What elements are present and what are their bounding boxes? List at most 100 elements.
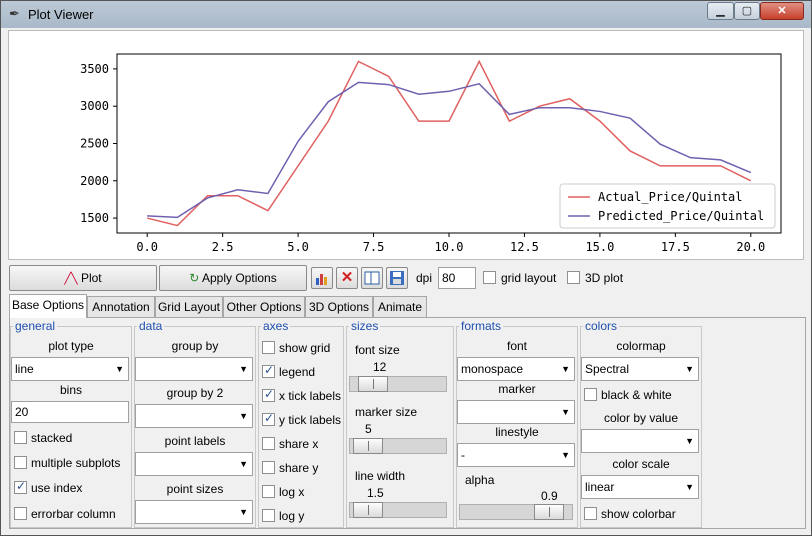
- share-y-checkbox[interactable]: [262, 461, 275, 474]
- tab-annotation[interactable]: Annotation: [87, 296, 155, 318]
- x-tick-labels-label: x tick labels: [279, 389, 342, 403]
- chevron-down-icon: ▼: [561, 450, 570, 460]
- legend-label: Actual_Price/Quintal: [598, 190, 743, 204]
- x-tick-label: 17.5: [661, 240, 690, 254]
- color-scale-label: color scale: [612, 457, 670, 471]
- alpha-label: alpha: [465, 473, 495, 487]
- marker-label: marker: [498, 382, 536, 396]
- data-group: data group by ▼ group by 2 ▼ point label…: [134, 319, 256, 528]
- clear-icon[interactable]: ✕: [336, 267, 358, 289]
- y-tick-label: 3500: [80, 62, 109, 76]
- legend-checkbox[interactable]: [262, 363, 275, 378]
- maximize-button[interactable]: ▢: [734, 2, 760, 20]
- slider-thumb[interactable]: [358, 376, 388, 392]
- layout-icon[interactable]: [361, 267, 383, 289]
- alpha-slider[interactable]: [459, 504, 573, 520]
- show-grid-checkbox[interactable]: [262, 341, 275, 354]
- x-tick-label: 20.0: [736, 240, 765, 254]
- tab-other-options[interactable]: Other Options: [223, 296, 305, 318]
- point-labels-label: point labels: [164, 434, 226, 448]
- minimize-button[interactable]: ▁: [707, 2, 734, 20]
- toolbar: ╱╲ Plot ↻ Apply Options ✕ dpi 80 grid la…: [9, 265, 805, 291]
- plot3d-checkbox[interactable]: [567, 271, 580, 284]
- font-size-label: font size: [355, 343, 400, 357]
- font-size-value: 12: [373, 360, 387, 374]
- chevron-down-icon: ▼: [685, 482, 694, 492]
- plot-button[interactable]: ╱╲ Plot: [9, 265, 157, 291]
- errorbar-column-label: errorbar column: [31, 507, 116, 521]
- group-by-select[interactable]: ▼: [135, 357, 253, 381]
- color-scale-select[interactable]: linear ▼: [581, 475, 699, 499]
- use-index-checkbox[interactable]: [14, 479, 27, 494]
- errorbar-column-checkbox[interactable]: [14, 507, 27, 520]
- slider-thumb[interactable]: [353, 438, 383, 454]
- stacked-checkbox[interactable]: [14, 431, 27, 444]
- apply-options-button[interactable]: ↻ Apply Options: [159, 265, 307, 291]
- y-tick-labels-checkbox[interactable]: [262, 411, 275, 426]
- y-tick-label: 3000: [80, 99, 109, 113]
- alpha-value: 0.9: [541, 489, 558, 503]
- slider-thumb[interactable]: [534, 504, 564, 520]
- save-icon[interactable]: [386, 267, 408, 289]
- axes-group: axes show grid legend x tick labels y tick …: [258, 319, 344, 528]
- x-tick-label: 12.5: [510, 240, 539, 254]
- tab-grid-layout[interactable]: Grid Layout: [155, 296, 223, 318]
- marker-size-value: 5: [365, 422, 372, 436]
- chevron-down-icon: ▼: [239, 507, 248, 517]
- y-tick-label: 1500: [80, 211, 109, 225]
- tab-base-options[interactable]: Base Options: [9, 294, 87, 318]
- log-x-checkbox[interactable]: [262, 485, 275, 498]
- log-y-checkbox[interactable]: [262, 509, 275, 522]
- sizes-group: sizes font size 12 marker size 5 line wi…: [346, 319, 454, 528]
- slider-thumb[interactable]: [353, 502, 383, 518]
- sizes-title: sizes: [349, 319, 381, 333]
- formats-group: formats font monospace ▼ marker ▼ linesty…: [456, 319, 578, 528]
- bar-chart-icon[interactable]: [311, 267, 333, 289]
- multiple-subplots-checkbox[interactable]: [14, 456, 27, 469]
- font-size-slider[interactable]: [349, 376, 447, 392]
- point-sizes-select[interactable]: ▼: [135, 500, 253, 524]
- y-tick-label: 2000: [80, 174, 109, 188]
- grid-layout-label: grid layout: [501, 271, 557, 285]
- black-white-checkbox[interactable]: [584, 388, 597, 401]
- plot-canvas[interactable]: 0.0 2.5 5.0 7.5 10.0 12.5 15.0 17.5 20.0 1500 2000…: [8, 30, 804, 260]
- grid-layout-checkbox[interactable]: [483, 271, 496, 284]
- line-width-slider[interactable]: [349, 502, 447, 518]
- x-tick-labels-checkbox[interactable]: [262, 387, 275, 402]
- general-title: general: [13, 319, 58, 333]
- log-x-label: log x: [279, 485, 305, 499]
- show-colorbar-checkbox[interactable]: [584, 507, 597, 520]
- plot-type-select[interactable]: line ▼: [11, 357, 129, 381]
- colormap-select[interactable]: Spectral ▼: [581, 357, 699, 381]
- close-window-button[interactable]: ✕: [760, 2, 804, 20]
- tab-3d-options[interactable]: 3D Options: [305, 296, 373, 318]
- share-y-label: share y: [279, 461, 319, 475]
- log-y-label: log y: [279, 509, 305, 523]
- title-bar[interactable]: ✒ Plot Viewer ▁ ▢ ✕: [1, 1, 811, 28]
- colors-title: colors: [583, 319, 620, 333]
- point-labels-select[interactable]: ▼: [135, 452, 253, 476]
- axes-title: axes: [261, 319, 291, 333]
- dpi-label: dpi: [416, 271, 433, 285]
- group-by-2-select[interactable]: ▼: [135, 404, 253, 428]
- marker-select[interactable]: ▼: [457, 400, 575, 424]
- color-by-value-select[interactable]: ▼: [581, 429, 699, 453]
- bins-input[interactable]: 20: [11, 401, 129, 423]
- plot-button-label: Plot: [80, 271, 102, 285]
- marker-size-label: marker size: [355, 405, 418, 419]
- black-white-label: black & white: [601, 388, 672, 402]
- y-tick-label: 2500: [80, 137, 109, 151]
- line-width-label: line width: [355, 469, 406, 483]
- general-group: general plot type line ▼ bins 20 stacked …: [10, 319, 132, 528]
- tab-animate[interactable]: Animate: [373, 296, 427, 318]
- chevron-down-icon: ▼: [685, 436, 694, 446]
- linestyle-select[interactable]: - ▼: [457, 443, 575, 467]
- font-label: font: [506, 339, 527, 353]
- show-grid-label: show grid: [279, 341, 331, 355]
- colors-group: colors colormap Spectral ▼ black & white …: [580, 319, 702, 528]
- font-select[interactable]: monospace ▼: [457, 357, 575, 381]
- dpi-input[interactable]: 80: [438, 267, 476, 289]
- marker-size-slider[interactable]: [349, 438, 447, 454]
- font-value: monospace: [461, 362, 524, 376]
- share-x-checkbox[interactable]: [262, 437, 275, 450]
